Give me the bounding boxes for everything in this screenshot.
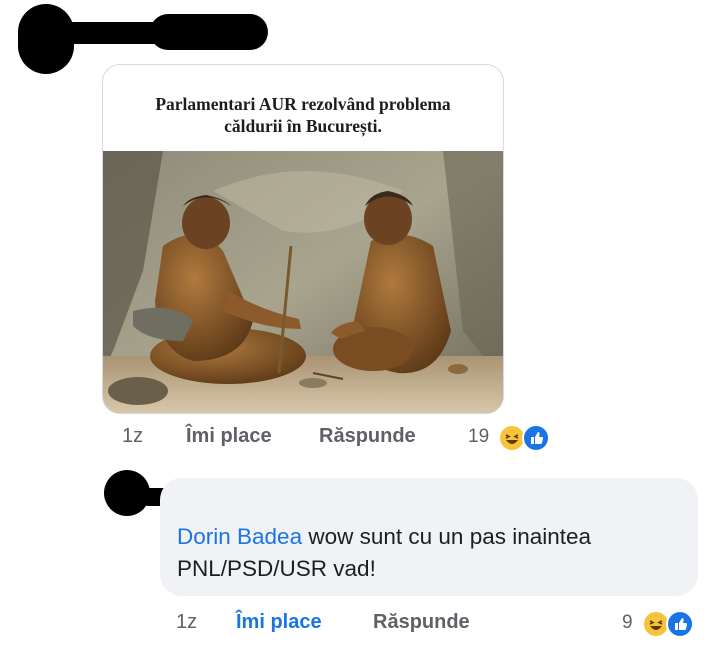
reply-reaction-count: 9 [622, 612, 633, 633]
post-reaction-count: 19 [468, 426, 490, 447]
meme-caption: Parlamentari AUR rezolvând problema căld… [103, 93, 503, 137]
reply-reply-button[interactable]: Răspunde [373, 611, 470, 634]
meme-caption-line1: Parlamentari AUR rezolvând problema [155, 94, 451, 114]
reply-like-button[interactable]: Îmi place [236, 611, 322, 634]
reply-actions-row: 1z Îmi place Răspunde 9 [0, 610, 720, 640]
reply-author-link[interactable]: Dorin Badea [177, 524, 302, 549]
like-icon [666, 610, 694, 638]
reply-comment-bubble: Dorin Badea wow sunt cu un pas inaintea … [160, 478, 698, 596]
like-icon [522, 424, 550, 452]
cave-men-diorama-photo [103, 151, 503, 413]
meme-caption-line2: căldurii în București. [224, 116, 382, 136]
post-actions-row: 1z Îmi place Răspunde 19 [0, 424, 720, 454]
post-like-button[interactable]: Îmi place [186, 425, 272, 448]
post-reactions[interactable]: 19 [468, 424, 568, 452]
reply-timestamp[interactable]: 1z [176, 611, 197, 634]
reply-reactions[interactable]: 9 [622, 610, 712, 638]
reply-comment-text: Dorin Badea wow sunt cu un pas inaintea … [177, 521, 677, 585]
post-timestamp[interactable]: 1z [122, 425, 143, 448]
meme-image-card[interactable]: Parlamentari AUR rezolvând problema căld… [102, 64, 504, 414]
post-reply-button[interactable]: Răspunde [319, 425, 416, 448]
